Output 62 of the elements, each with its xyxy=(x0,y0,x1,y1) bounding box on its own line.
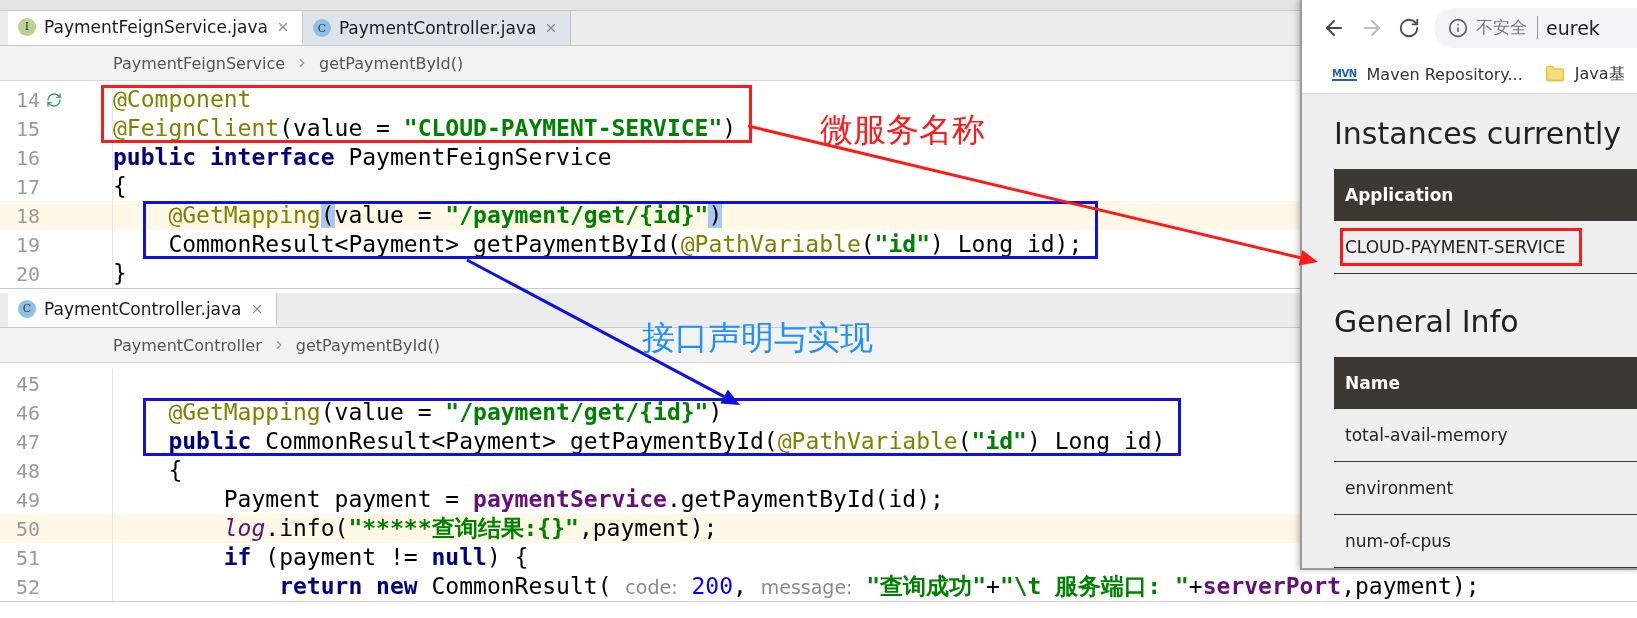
url-text: eurek xyxy=(1546,16,1600,39)
line-number: 49 xyxy=(14,487,40,512)
table-header: Application xyxy=(1334,169,1637,221)
section-heading: Instances currently xyxy=(1334,116,1623,151)
bookmark[interactable]: Java基 xyxy=(1544,63,1625,85)
reload-button[interactable] xyxy=(1398,16,1420,39)
code-line: @GetMapping(value = "/payment/get/{id}") xyxy=(167,398,723,427)
code-line: if (payment != null) { xyxy=(222,543,529,572)
code-line: @Component xyxy=(113,85,252,114)
file-type-icon: C xyxy=(312,19,331,37)
table-header: Name xyxy=(1334,357,1637,409)
implemented-marker-icon[interactable] xyxy=(46,91,62,108)
info-icon xyxy=(1448,17,1468,38)
breadcrumb-item[interactable]: PaymentFeignService xyxy=(113,53,286,73)
file-type-icon: C xyxy=(18,299,36,318)
file-tab[interactable]: C PaymentController.java xyxy=(302,11,572,45)
bookmark[interactable]: MVN Maven Repository... xyxy=(1332,64,1523,84)
code-line: Payment payment = paymentService.getPaymentById(id); xyxy=(222,485,944,514)
table-cell-text: environment xyxy=(1344,477,1455,500)
line-number: 51 xyxy=(14,545,40,570)
line-number: 48 xyxy=(14,458,40,483)
annotation-label: 微服务名称 xyxy=(820,109,985,151)
code-line: { xyxy=(167,456,183,485)
table-cell-text: total-avail-memory xyxy=(1344,424,1509,447)
reload-icon xyxy=(1398,16,1420,39)
line-number: 14 xyxy=(14,87,40,112)
folder-icon xyxy=(1544,64,1565,85)
breadcrumb-item[interactable]: PaymentController xyxy=(113,335,262,355)
code-line: @FeignClient(value = "CLOUD-PAYMENT-SERVICE") xyxy=(113,114,737,143)
line-number: 50 xyxy=(14,516,40,541)
code-line: CommonResult<Payment> getPaymentById(@PathVariable("id") Long id); xyxy=(167,230,1083,259)
line-number: 45 xyxy=(14,371,40,396)
table-cell: CLOUD-PAYMENT-SERVICE xyxy=(1343,231,1580,263)
code-line: public interface PaymentFeignService xyxy=(113,143,612,172)
breadcrumb-item[interactable]: getPaymentById() xyxy=(295,335,440,355)
line-number: 16 xyxy=(14,145,40,170)
table-cell-text: num-of-cpus xyxy=(1344,530,1452,553)
file-tab[interactable]: C PaymentController.java xyxy=(8,293,277,327)
line-number: 46 xyxy=(14,400,40,425)
bookmark-label: Maven Repository... xyxy=(1366,64,1523,84)
annotation-label: 接口声明与实现 xyxy=(642,317,873,359)
line-number: 19 xyxy=(14,232,40,257)
file-type-icon: I xyxy=(18,17,36,36)
line-number: 52 xyxy=(14,574,40,599)
bookmark-label: Java基 xyxy=(1574,63,1625,85)
file-tab[interactable]: I PaymentFeignService.java xyxy=(8,11,303,45)
breadcrumb-item[interactable]: getPaymentById() xyxy=(319,53,464,73)
site-logo: MVN xyxy=(1332,67,1357,81)
section-heading: General Info xyxy=(1334,304,1520,339)
code-line: } xyxy=(113,259,127,288)
line-number: 47 xyxy=(14,429,40,454)
code-line: { xyxy=(113,172,127,201)
line-number: 17 xyxy=(14,174,40,199)
line-number: 18 xyxy=(14,203,40,228)
code-line: public CommonResult<Payment> getPaymentById(@PathVariable("id") Long id) xyxy=(167,427,1166,456)
code-line: log.info("*****查询结果:{}",payment); xyxy=(222,514,718,543)
code-line: @GetMapping(value = "/payment/get/{id}") xyxy=(167,201,723,230)
security-label: 不安全 xyxy=(1476,16,1538,40)
code-line: return new CommonResult( code: 200, message: "查询成功"+"\t 服务端口: "+serverPort,payment); xyxy=(278,571,1480,601)
line-number: 15 xyxy=(14,116,40,141)
address-bar[interactable]: 不安全 eurek xyxy=(1434,7,1637,48)
line-number: 20 xyxy=(14,261,40,286)
